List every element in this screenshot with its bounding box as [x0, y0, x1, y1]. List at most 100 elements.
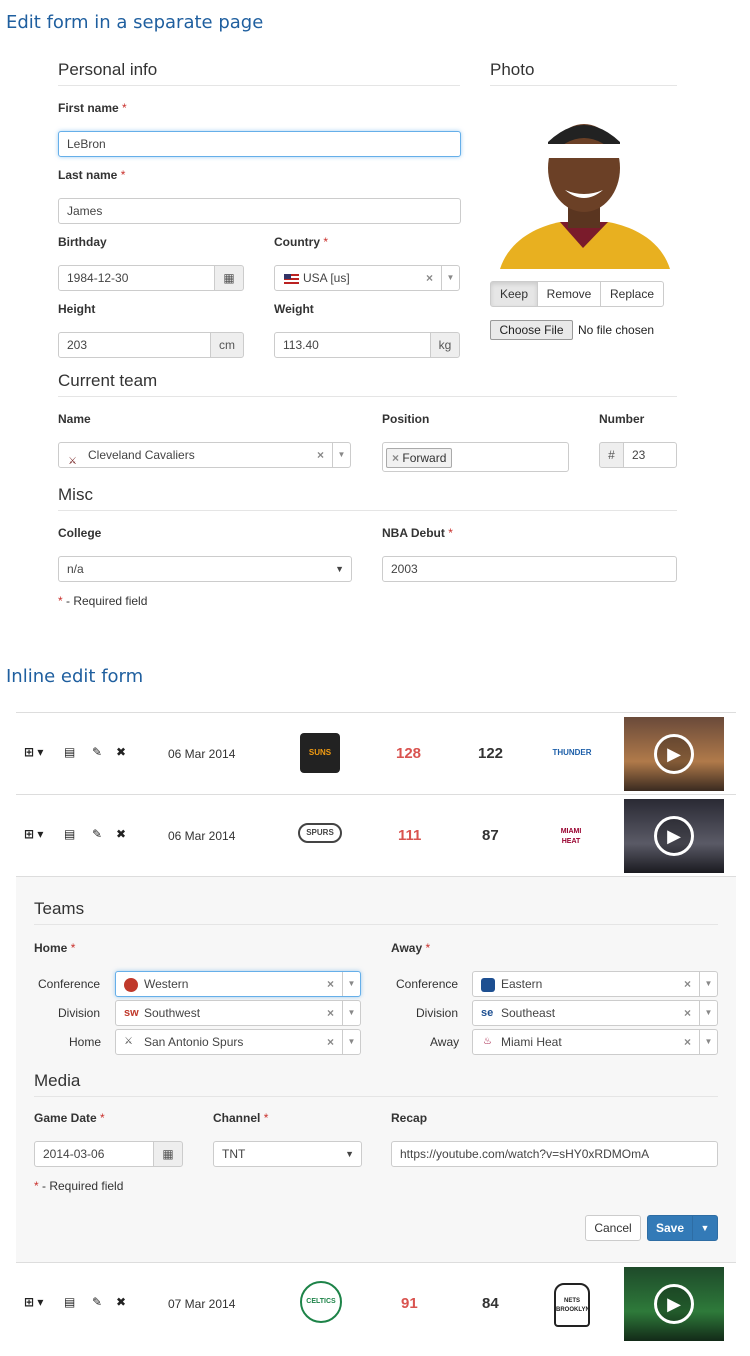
southwest-division-icon: sw — [124, 1007, 139, 1019]
edit-icon[interactable]: ✎ — [92, 827, 102, 841]
clear-icon[interactable]: × — [327, 1001, 334, 1025]
position-tag[interactable]: × Forward — [386, 448, 453, 468]
chevron-down-icon[interactable]: ▼ — [699, 1001, 717, 1025]
play-icon[interactable]: ▶ — [654, 734, 694, 774]
clear-icon[interactable]: × — [317, 443, 324, 467]
weight-input[interactable]: 113.40 — [274, 332, 431, 358]
away-division-select[interactable]: se Southeast × ▼ — [472, 1000, 718, 1026]
cavaliers-logo-icon: ⚔ — [68, 456, 77, 467]
clear-icon[interactable]: × — [684, 1001, 691, 1025]
chevron-down-icon[interactable]: ▼ — [332, 443, 350, 467]
expand-icon[interactable]: ⊞ ▾ — [24, 1295, 43, 1309]
game-row[interactable]: ⊞ ▾ ▤ ✎ ✖ 06 Mar 2014 SUNS 128 122 THUND… — [16, 712, 736, 794]
height-label: Height — [58, 302, 96, 316]
clear-icon[interactable]: × — [426, 266, 433, 290]
heat-logo-icon: MIAMI HEAT — [560, 828, 582, 845]
home-conference-select[interactable]: Western × ▼ — [115, 971, 361, 997]
eastern-conference-icon — [481, 978, 495, 992]
play-icon[interactable]: ▶ — [654, 816, 694, 856]
clear-icon[interactable]: × — [327, 972, 334, 996]
video-thumbnail[interactable]: ▶ — [624, 799, 724, 873]
details-icon[interactable]: ▤ — [64, 827, 75, 841]
chevron-down-icon[interactable]: ▼ — [699, 1030, 717, 1054]
us-flag-icon — [284, 274, 299, 284]
college-label: College — [58, 526, 102, 540]
media-legend: Media — [34, 1071, 718, 1097]
remove-button[interactable]: Remove — [537, 281, 601, 307]
home-team-select[interactable]: ⚔ San Antonio Spurs × ▼ — [115, 1029, 361, 1055]
position-tags-input[interactable]: × Forward — [382, 442, 569, 472]
game-date: 06 Mar 2014 — [168, 747, 236, 761]
recap-input[interactable]: https://youtube.com/watch?v=sHY0xRDMOmA — [391, 1141, 718, 1167]
away-division-label: Division — [416, 1006, 459, 1020]
edit-icon[interactable]: ✎ — [92, 745, 102, 759]
away-group-label: Away * — [391, 941, 431, 955]
number-prefix: # — [599, 442, 624, 468]
required-note: * - Required field — [34, 1179, 124, 1193]
video-thumbnail[interactable]: ▶ — [624, 1267, 724, 1341]
spurs-icon: ⚔ — [124, 1036, 133, 1047]
keep-button[interactable]: Keep — [490, 281, 538, 307]
channel-label: Channel * — [213, 1111, 269, 1125]
height-unit: cm — [210, 332, 244, 358]
calendar-icon[interactable]: ▦ — [214, 265, 244, 291]
chevron-down-icon[interactable]: ▼ — [342, 1001, 360, 1025]
away-team-label: Away — [430, 1035, 460, 1049]
country-select[interactable]: USA [us] × ▼ — [274, 265, 460, 291]
details-icon[interactable]: ▤ — [64, 1295, 75, 1309]
channel-select[interactable]: TNT ▼ — [213, 1141, 362, 1167]
college-select[interactable]: n/a ▼ — [58, 556, 352, 582]
save-options-chevron-down-icon[interactable]: ▼ — [692, 1215, 718, 1241]
away-conference-select[interactable]: Eastern × ▼ — [472, 971, 718, 997]
edit-icon[interactable]: ✎ — [92, 1295, 102, 1309]
photo-legend: Photo — [490, 60, 677, 86]
no-file-text: No file chosen — [578, 323, 655, 337]
debut-input[interactable]: 2003 — [382, 556, 677, 582]
team-name-select[interactable]: ⚔ Cleveland Cavaliers × ▼ — [58, 442, 351, 468]
chevron-down-icon: ▼ — [345, 1149, 354, 1159]
player-photo — [490, 98, 677, 269]
calendar-icon[interactable]: ▦ — [153, 1141, 183, 1167]
height-input[interactable]: 203 — [58, 332, 211, 358]
video-thumbnail[interactable]: ▶ — [624, 717, 724, 791]
game-date-input[interactable]: 2014-03-06 — [34, 1141, 154, 1167]
save-button[interactable]: Save — [647, 1215, 693, 1241]
home-division-select[interactable]: sw Southwest × ▼ — [115, 1000, 361, 1026]
game-date: 06 Mar 2014 — [168, 829, 236, 843]
delete-icon[interactable]: ✖ — [116, 1295, 126, 1309]
first-name-input[interactable]: LeBron — [58, 131, 461, 157]
game-row[interactable]: ⊞ ▾ ▤ ✎ ✖ 07 Mar 2014 CELTICS 91 84 NETS… — [16, 1262, 736, 1344]
chevron-down-icon[interactable]: ▼ — [342, 972, 360, 996]
chevron-down-icon[interactable]: ▼ — [699, 972, 717, 996]
inline-form-heading: Inline edit form — [6, 666, 144, 687]
clear-icon[interactable]: × — [327, 1030, 334, 1054]
home-score: 111 — [398, 827, 422, 844]
away-team-select[interactable]: ♨ Miami Heat × ▼ — [472, 1029, 718, 1055]
last-name-label: Last name * — [58, 168, 126, 182]
delete-icon[interactable]: ✖ — [116, 745, 126, 759]
expand-icon[interactable]: ⊞ ▾ — [24, 745, 43, 759]
home-score: 128 — [396, 745, 422, 762]
chevron-down-icon[interactable]: ▼ — [441, 266, 459, 290]
play-icon[interactable]: ▶ — [654, 1284, 694, 1324]
last-name-input[interactable]: James — [58, 198, 461, 224]
delete-icon[interactable]: ✖ — [116, 827, 126, 841]
weight-unit: kg — [430, 332, 460, 358]
chevron-down-icon: ▼ — [335, 564, 344, 574]
number-input[interactable]: 23 — [623, 442, 677, 468]
away-score: 84 — [482, 1295, 499, 1312]
game-row[interactable]: ⊞ ▾ ▤ ✎ ✖ 06 Mar 2014 SPURS 111 87 MIAMI… — [16, 794, 736, 876]
clear-icon[interactable]: × — [684, 972, 691, 996]
replace-button[interactable]: Replace — [600, 281, 664, 307]
teams-legend: Teams — [34, 899, 718, 925]
choose-file-button[interactable]: Choose File — [490, 320, 573, 340]
southeast-division-icon: se — [481, 1007, 494, 1019]
clear-icon[interactable]: × — [684, 1030, 691, 1054]
cancel-button[interactable]: Cancel — [585, 1215, 641, 1241]
expand-icon[interactable]: ⊞ ▾ — [24, 827, 43, 841]
birthday-input[interactable]: 1984-12-30 — [58, 265, 215, 291]
home-division-label: Division — [58, 1006, 101, 1020]
details-icon[interactable]: ▤ — [64, 745, 75, 759]
home-group-label: Home * — [34, 941, 76, 955]
chevron-down-icon[interactable]: ▼ — [342, 1030, 360, 1054]
